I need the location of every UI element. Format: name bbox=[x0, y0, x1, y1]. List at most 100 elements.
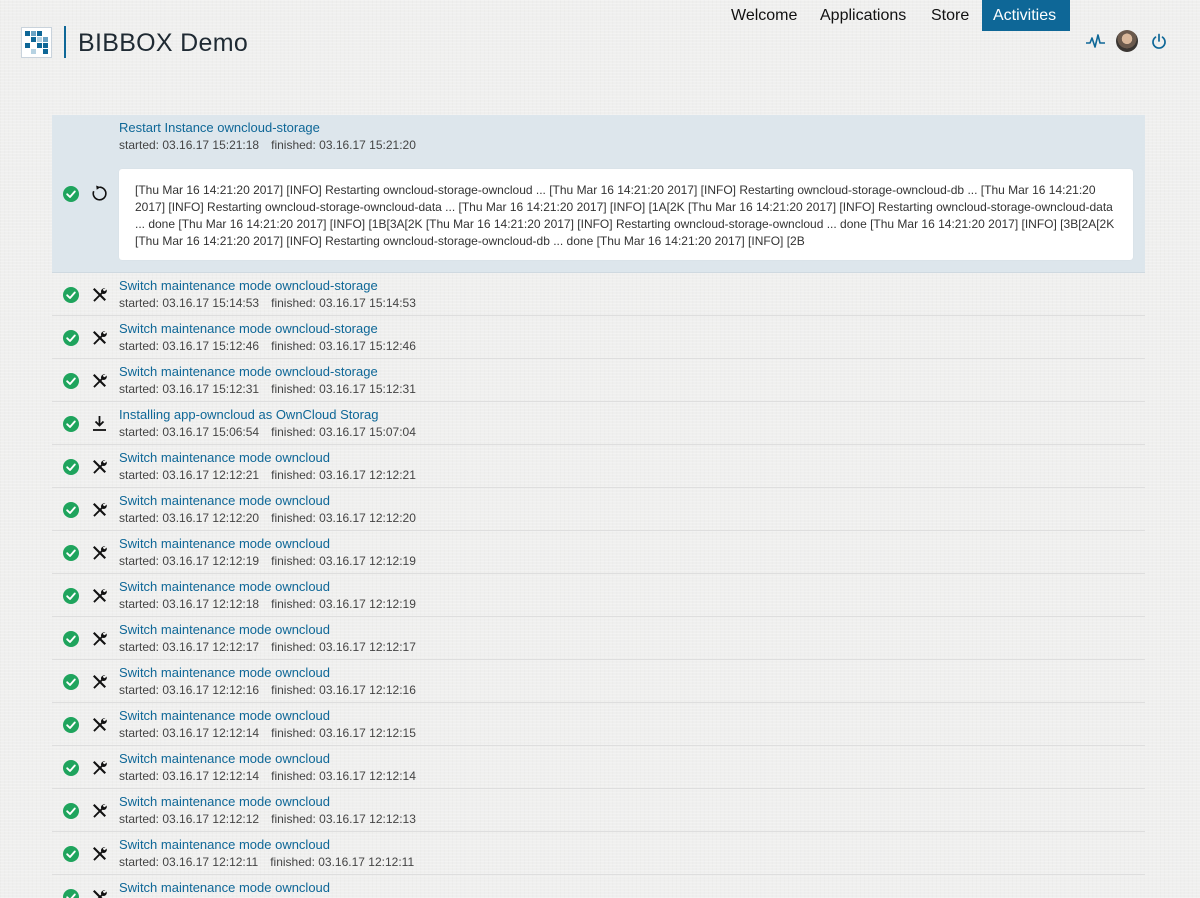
activity-row[interactable]: Switch maintenance mode owncloud started:… bbox=[52, 703, 1145, 746]
activity-row[interactable]: Switch maintenance mode owncloud started:… bbox=[52, 445, 1145, 488]
activity-row[interactable]: Switch maintenance mode owncloud started:… bbox=[52, 488, 1145, 531]
activity-times: started: 03.16.17 15:06:54 finished: 03.1… bbox=[119, 425, 428, 439]
finished-time: finished: 03.16.17 12:12:15 bbox=[271, 726, 416, 740]
started-time: started: 03.16.17 15:12:46 bbox=[119, 339, 260, 353]
activity-title-link[interactable]: Switch maintenance mode owncloud bbox=[119, 837, 330, 852]
wrench-icon bbox=[91, 329, 108, 346]
success-check-icon bbox=[63, 846, 79, 862]
wrench-icon bbox=[91, 802, 108, 819]
activity-title-link[interactable]: Switch maintenance mode owncloud bbox=[119, 665, 330, 680]
finished-time: finished: 03.16.17 12:12:14 bbox=[271, 769, 416, 783]
wrench-icon bbox=[91, 372, 108, 389]
activity-times: started: 03.16.17 12:12:18 finished: 03.1… bbox=[119, 597, 428, 611]
activity-title-link[interactable]: Switch maintenance mode owncloud bbox=[119, 622, 330, 637]
started-time: started: 03.16.17 12:12:14 bbox=[119, 726, 260, 740]
success-check-icon bbox=[63, 330, 79, 346]
success-check-icon bbox=[63, 186, 79, 202]
activity-title-link[interactable]: Switch maintenance mode owncloud-storage bbox=[119, 321, 378, 336]
started-time: started: 03.16.17 12:12:12 bbox=[119, 812, 260, 826]
started-time: started: 03.16.17 15:14:53 bbox=[119, 296, 260, 310]
finished-time: finished: 03.16.17 12:12:17 bbox=[271, 640, 416, 654]
activity-list: Restart Instance owncloud-storage started… bbox=[52, 115, 1145, 898]
activity-pulse-icon[interactable] bbox=[1086, 33, 1105, 55]
activity-row[interactable]: Switch maintenance mode owncloud-storage… bbox=[52, 273, 1145, 316]
nav-welcome[interactable]: Welcome bbox=[720, 0, 808, 31]
activity-times: started: 03.16.17 12:12:14 finished: 03.1… bbox=[119, 726, 428, 740]
power-icon[interactable] bbox=[1151, 33, 1167, 55]
activity-times: started: 03.16.17 12:12:11 finished: 03.1… bbox=[119, 855, 426, 869]
activity-row[interactable]: Switch maintenance mode owncloud started:… bbox=[52, 574, 1145, 617]
activity-row[interactable]: Installing app-owncloud as OwnCloud Stor… bbox=[52, 402, 1145, 445]
started-time: started: 03.16.17 12:12:14 bbox=[119, 769, 260, 783]
activity-title-link[interactable]: Switch maintenance mode owncloud-storage bbox=[119, 364, 378, 379]
finished-time: finished: 03.16.17 12:12:16 bbox=[271, 683, 416, 697]
finished-time: finished: 03.16.17 15:21:20 bbox=[271, 138, 416, 152]
success-check-icon bbox=[63, 717, 79, 733]
activity-title-link[interactable]: Switch maintenance mode owncloud bbox=[119, 880, 330, 895]
wrench-icon bbox=[91, 716, 108, 733]
activity-row[interactable]: Restart Instance owncloud-storage started… bbox=[52, 115, 1145, 273]
success-check-icon bbox=[63, 545, 79, 561]
avatar[interactable] bbox=[1116, 30, 1138, 52]
activity-log-output: [Thu Mar 16 14:21:20 2017] [INFO] Restar… bbox=[119, 169, 1133, 260]
started-time: started: 03.16.17 15:12:31 bbox=[119, 382, 260, 396]
finished-time: finished: 03.16.17 12:12:21 bbox=[271, 468, 416, 482]
activity-times: started: 03.16.17 15:14:53 finished: 03.1… bbox=[119, 296, 428, 310]
started-time: started: 03.16.17 12:12:17 bbox=[119, 640, 260, 654]
started-time: started: 03.16.17 12:12:20 bbox=[119, 511, 260, 525]
started-time: started: 03.16.17 12:12:18 bbox=[119, 597, 260, 611]
finished-time: finished: 03.16.17 12:12:13 bbox=[271, 812, 416, 826]
finished-time: finished: 03.16.17 12:12:19 bbox=[271, 597, 416, 611]
download-icon bbox=[91, 415, 108, 432]
activity-title-link[interactable]: Switch maintenance mode owncloud bbox=[119, 579, 330, 594]
activity-title-link[interactable]: Installing app-owncloud as OwnCloud Stor… bbox=[119, 407, 378, 422]
wrench-icon bbox=[91, 501, 108, 518]
activity-row[interactable]: Switch maintenance mode owncloud started:… bbox=[52, 789, 1145, 832]
wrench-icon bbox=[91, 759, 108, 776]
nav-applications[interactable]: Applications bbox=[809, 0, 917, 31]
activity-title-link[interactable]: Switch maintenance mode owncloud bbox=[119, 450, 330, 465]
activity-times: started: 03.16.17 12:12:14 finished: 03.1… bbox=[119, 769, 428, 783]
activity-row[interactable]: Switch maintenance mode owncloud started:… bbox=[52, 660, 1145, 703]
activity-row[interactable]: Switch maintenance mode owncloud started:… bbox=[52, 531, 1145, 574]
activity-row[interactable]: Switch maintenance mode owncloud started:… bbox=[52, 746, 1145, 789]
activity-title-link[interactable]: Switch maintenance mode owncloud bbox=[119, 751, 330, 766]
success-check-icon bbox=[63, 459, 79, 475]
nav-activities[interactable]: Activities bbox=[982, 0, 1070, 31]
activity-row[interactable]: Switch maintenance mode owncloud-storage… bbox=[52, 359, 1145, 402]
activity-times: started: 03.16.17 12:12:21 finished: 03.1… bbox=[119, 468, 428, 482]
activity-row[interactable]: Switch maintenance mode owncloud bbox=[52, 875, 1145, 898]
finished-time: finished: 03.16.17 15:07:04 bbox=[271, 425, 416, 439]
wrench-icon bbox=[91, 458, 108, 475]
success-check-icon bbox=[63, 502, 79, 518]
activity-title-link[interactable]: Switch maintenance mode owncloud bbox=[119, 493, 330, 508]
activity-title-link[interactable]: Switch maintenance mode owncloud bbox=[119, 536, 330, 551]
app-title: BIBBOX Demo bbox=[78, 29, 249, 57]
wrench-icon bbox=[91, 544, 108, 561]
activity-row[interactable]: Switch maintenance mode owncloud started:… bbox=[52, 832, 1145, 875]
finished-time: finished: 03.16.17 12:12:19 bbox=[271, 554, 416, 568]
nav-store[interactable]: Store bbox=[920, 0, 980, 31]
success-check-icon bbox=[63, 760, 79, 776]
started-time: started: 03.16.17 12:12:19 bbox=[119, 554, 260, 568]
started-time: started: 03.16.17 12:12:21 bbox=[119, 468, 260, 482]
activity-times: started: 03.16.17 12:12:12 finished: 03.1… bbox=[119, 812, 428, 826]
started-time: started: 03.16.17 15:21:18 bbox=[119, 138, 260, 152]
activity-title-link[interactable]: Switch maintenance mode owncloud bbox=[119, 708, 330, 723]
top-bar: BIBBOX Demo Welcome Applications Store A… bbox=[0, 0, 1200, 86]
activity-title-link[interactable]: Restart Instance owncloud-storage bbox=[119, 120, 320, 135]
finished-time: finished: 03.16.17 12:12:11 bbox=[270, 855, 415, 869]
success-check-icon bbox=[63, 674, 79, 690]
activity-row[interactable]: Switch maintenance mode owncloud-storage… bbox=[52, 316, 1145, 359]
bibbox-logo[interactable] bbox=[21, 27, 52, 58]
success-check-icon bbox=[63, 889, 79, 898]
activity-title-link[interactable]: Switch maintenance mode owncloud bbox=[119, 794, 330, 809]
wrench-icon bbox=[91, 845, 108, 862]
success-check-icon bbox=[63, 803, 79, 819]
activity-row[interactable]: Switch maintenance mode owncloud started:… bbox=[52, 617, 1145, 660]
activity-title-link[interactable]: Switch maintenance mode owncloud-storage bbox=[119, 278, 378, 293]
activity-times: started: 03.16.17 12:12:19 finished: 03.1… bbox=[119, 554, 428, 568]
success-check-icon bbox=[63, 416, 79, 432]
logo-divider bbox=[64, 26, 66, 58]
activity-times: started: 03.16.17 15:21:18 finished: 03.1… bbox=[119, 138, 428, 152]
